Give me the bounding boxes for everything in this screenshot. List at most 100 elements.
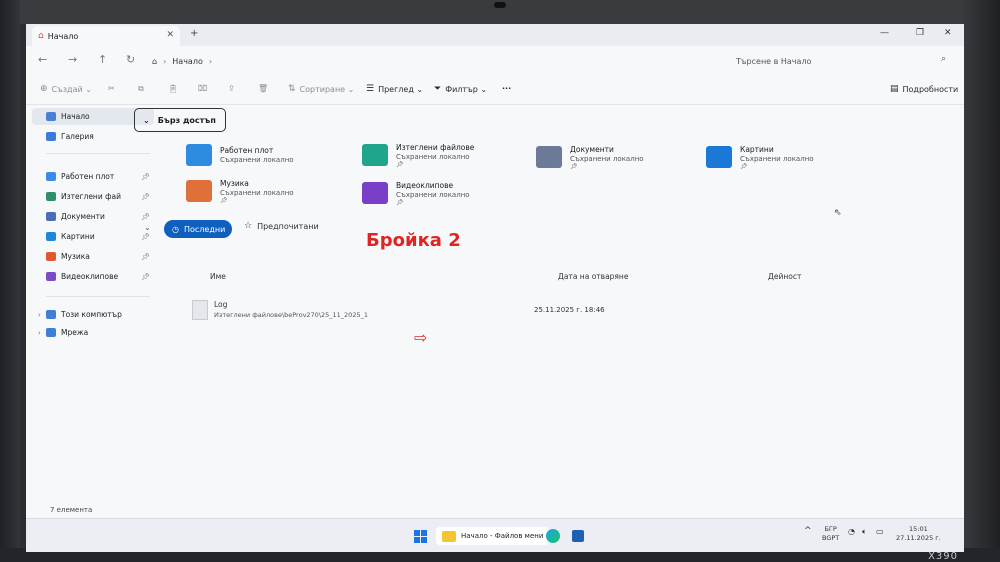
sidebar-item-desktop[interactable]: Работен плот 📌︎ — [32, 168, 154, 185]
tile-name: Видеоклипове — [396, 180, 454, 190]
clock-date: 27.11.2025 г. — [896, 534, 941, 542]
status-bar: 7 елемента — [26, 506, 964, 518]
language-indicator[interactable]: БГР BGPT — [822, 525, 839, 543]
back-arrow-icon[interactable]: ← — [38, 53, 47, 66]
tile-sub: Съхранени локално — [740, 154, 814, 163]
speaker-icon[interactable]: 🔈︎ — [862, 527, 867, 536]
create-label: Създай — [51, 84, 83, 94]
home-icon — [46, 112, 56, 121]
quick-tile-documents[interactable]: Документи Съхранени локално 📌︎ — [536, 140, 644, 174]
column-header-activity[interactable]: Дейност — [768, 272, 801, 281]
sidebar-divider — [46, 153, 150, 154]
arrow-right-icon: ⇨ — [414, 328, 428, 347]
refresh-icon[interactable]: ↻ — [126, 53, 135, 66]
pin-icon: 📌︎ — [740, 162, 748, 170]
item-count: 7 елемента — [50, 506, 93, 514]
tab-favorites[interactable]: ☆ Предпочитани — [244, 221, 319, 231]
taskbar-edge[interactable] — [546, 527, 560, 545]
pictures-icon — [46, 232, 56, 241]
breadcrumb-item[interactable]: Начало — [172, 57, 203, 66]
delete-icon[interactable]: 🗑︎ — [258, 84, 268, 93]
battery-icon[interactable]: ▭ — [876, 527, 884, 536]
tile-name: Картини — [740, 144, 774, 154]
sidebar-item-videos[interactable]: Видеоклипове 📌︎ — [32, 268, 154, 285]
home-icon: ⌂ — [38, 31, 44, 41]
language-bottom: BGPT — [822, 534, 840, 542]
sort-button[interactable]: ⇅ Сортиране ⌄ — [288, 84, 354, 94]
pin-icon: 📌︎ — [141, 192, 150, 201]
column-header-date[interactable]: Дата на отваряне — [558, 272, 628, 281]
quick-tile-downloads[interactable]: Изтеглени файлове Съхранени локално 📌︎ — [362, 138, 474, 172]
screen: ⌂ Начало ✕ + — ❐ ✕ ← → ↑ ↻ ⌂ › Начало › … — [26, 24, 964, 552]
table-row[interactable]: Log Изтеглени файлове\beProv270\25_11_20… — [184, 298, 804, 326]
sort-label: Сортиране — [299, 84, 346, 94]
sidebar-item-network[interactable]: › Мрежа — [32, 324, 154, 341]
documents-icon — [46, 212, 56, 221]
tab-home[interactable]: ⌂ Начало ✕ — [32, 26, 180, 46]
new-tab-button[interactable]: + — [190, 28, 198, 39]
tile-name: Изтеглени файлове — [396, 142, 475, 152]
quick-tile-desktop[interactable]: Работен плот Съхранени локално — [186, 138, 294, 172]
more-options-button[interactable]: ··· — [502, 84, 511, 93]
quick-access-header[interactable]: ⌄ Бърз достъп — [134, 108, 226, 132]
pin-icon: 📌︎ — [141, 232, 150, 241]
filter-button[interactable]: ⏷ Филтър ⌄ — [434, 84, 487, 94]
minimize-button[interactable]: — — [880, 28, 889, 38]
cut-icon[interactable]: ✂ — [108, 84, 115, 93]
bezel-left — [0, 0, 20, 562]
chevron-right-icon[interactable]: › — [38, 329, 41, 337]
downloads-folder-icon — [362, 144, 388, 166]
model-label: X390 — [928, 551, 958, 562]
clock[interactable]: 15:01 27.11.2025 г. — [896, 525, 941, 543]
tab-close-icon[interactable]: ✕ — [166, 30, 174, 40]
file-icon — [192, 300, 208, 320]
pin-icon: 📌︎ — [396, 198, 404, 206]
quick-tile-videos[interactable]: Видеоклипове Съхранени локално 📌︎ — [362, 176, 470, 210]
view-icon: ☰ — [366, 84, 375, 94]
sort-icon: ⇅ — [288, 84, 296, 94]
network-icon — [46, 328, 56, 337]
sidebar-item-pictures[interactable]: Картини 📌︎ — [32, 228, 154, 245]
chevron-down-icon[interactable]: ⌄ — [144, 223, 151, 232]
paste-icon[interactable]: 📋︎ — [168, 84, 178, 93]
quick-tile-pictures[interactable]: Картини Съхранени локално 📌︎ — [706, 140, 814, 174]
sidebar-item-music[interactable]: Музика 📌︎ — [32, 248, 154, 265]
rename-icon[interactable]: ⌧ — [198, 84, 207, 93]
details-button[interactable]: ▤ Подробности — [890, 84, 958, 94]
up-arrow-icon[interactable]: ↑ — [98, 53, 107, 66]
store-icon — [572, 530, 584, 542]
search-icon: ⌕ — [940, 54, 946, 64]
desktop-icon — [46, 172, 56, 181]
chevron-right-icon[interactable]: › — [38, 311, 41, 319]
quick-tile-music[interactable]: Музика Съхранени локално 📌︎ — [186, 174, 294, 208]
tab-favorites-label: Предпочитани — [257, 221, 319, 231]
chevron-up-icon[interactable]: ^ — [804, 527, 812, 536]
maximize-button[interactable]: ❐ — [916, 28, 924, 38]
sidebar-item-this-pc[interactable]: › Този компютър — [32, 306, 154, 323]
tab-recent[interactable]: ◷ Последни — [164, 220, 232, 238]
taskbar-explorer[interactable]: Начало - Файлов мени — [436, 527, 550, 545]
sidebar-item-label: Работен плот — [61, 172, 115, 181]
share-icon[interactable]: ⇪ — [228, 84, 235, 93]
details-icon: ▤ — [890, 84, 899, 94]
sidebar-item-label: Галерия — [61, 132, 94, 141]
column-header-name[interactable]: Име — [210, 272, 226, 281]
filter-icon: ⏷ — [434, 84, 442, 94]
view-label: Преглед — [378, 84, 414, 94]
start-button[interactable] — [414, 527, 427, 545]
sidebar-item-downloads[interactable]: Изтеглени файлове 📌︎ — [32, 188, 154, 205]
chevron-right-icon: › — [208, 56, 213, 66]
sidebar-item-documents[interactable]: Документи 📌︎ — [32, 208, 154, 225]
view-button[interactable]: ☰ Преглед ⌄ — [366, 84, 423, 94]
search-input[interactable]: Търсене в Начало ⌕ — [726, 52, 952, 70]
plus-icon: ⊕ — [40, 84, 48, 94]
wifi-icon[interactable]: ◔ — [848, 527, 855, 536]
music-icon — [46, 252, 56, 261]
breadcrumb[interactable]: ⌂ › Начало › — [152, 52, 722, 70]
taskbar-store[interactable] — [572, 527, 584, 545]
create-button[interactable]: ⊕ Създай ⌄ — [40, 84, 92, 94]
windows-icon — [414, 529, 427, 543]
copy-icon[interactable]: ⧉ — [138, 84, 144, 94]
forward-arrow-icon[interactable]: → — [68, 53, 77, 66]
close-button[interactable]: ✕ — [944, 28, 952, 38]
